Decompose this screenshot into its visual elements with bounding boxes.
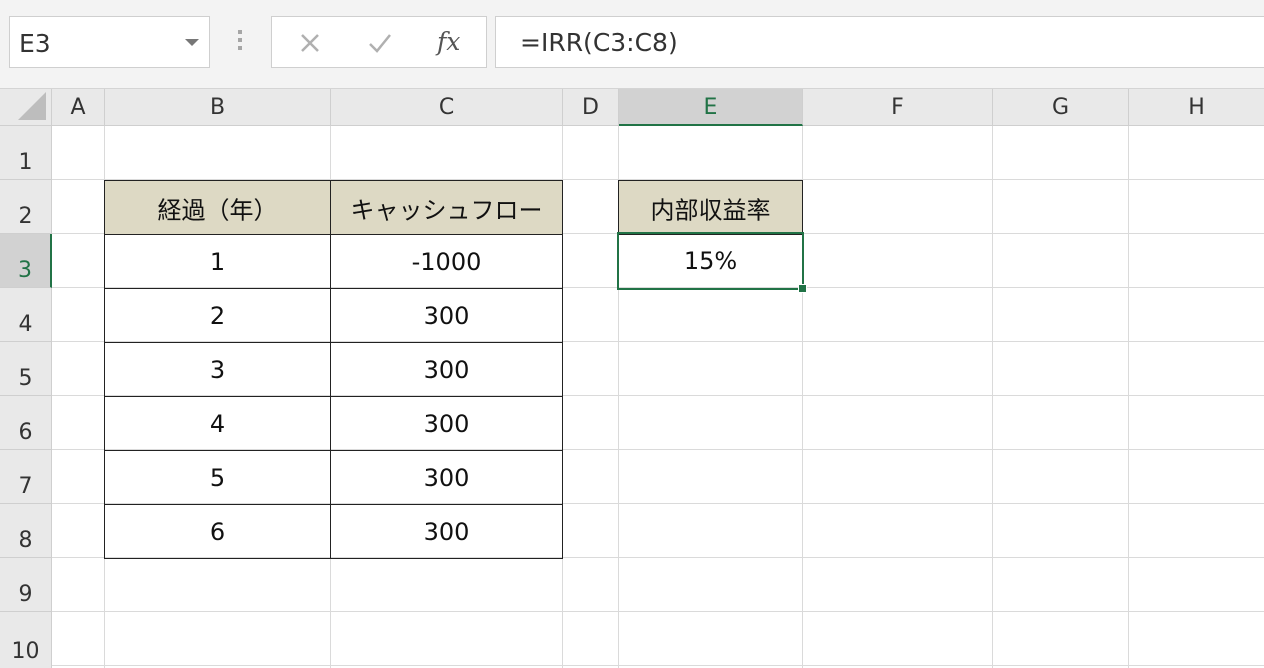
cell-c8[interactable]: 300 [330,504,563,559]
formula-text: =IRR(C3:C8) [520,28,678,57]
row-header-8[interactable]: 8 [0,504,52,558]
year-value: 5 [209,463,226,492]
cashflow-value: 300 [423,463,470,492]
cell-b7[interactable]: 5 [104,450,331,505]
gridline [52,665,1264,666]
formula-input[interactable]: =IRR(C3:C8) [495,16,1264,68]
column-header-h[interactable]: H [1129,89,1264,126]
row-header-5[interactable]: 5 [0,342,52,396]
cell-b3[interactable]: 1 [104,234,331,289]
cashflow-value: 300 [423,517,470,546]
cell-b6[interactable]: 4 [104,396,331,451]
year-value: 6 [209,517,226,546]
insert-function-button[interactable]: fx [437,27,460,56]
cell-b2[interactable]: 経過（年） [104,180,331,235]
active-cell-selection [617,232,807,293]
year-value: 4 [209,409,226,438]
year-value: 1 [209,247,226,276]
cell-c3[interactable]: -1000 [330,234,563,289]
row-header-10[interactable]: 10 [0,612,52,668]
header-cashflow: キャッシュフロー [350,196,543,224]
drag-handle-icon[interactable] [237,30,243,54]
gridline [52,611,1264,612]
close-icon[interactable] [294,27,326,59]
select-all-button[interactable] [0,89,52,126]
fill-handle[interactable] [798,284,807,293]
cell-c5[interactable]: 300 [330,342,563,397]
header-elapsed-years: 経過（年） [157,196,278,224]
row-header-6[interactable]: 6 [0,396,52,450]
cell-b4[interactable]: 2 [104,288,331,343]
gridline [1128,126,1129,668]
name-box[interactable]: E3 [9,16,210,68]
column-header-g[interactable]: G [993,89,1129,126]
cell-c6[interactable]: 300 [330,396,563,451]
column-header-a[interactable]: A [52,89,105,126]
cell-b5[interactable]: 3 [104,342,331,397]
column-header-d[interactable]: D [563,89,619,126]
formula-buttons: fx [271,16,487,68]
cashflow-value: 300 [423,301,470,330]
cell-e2[interactable]: 内部収益率 [618,180,803,235]
row-header-1[interactable]: 1 [0,126,52,180]
formula-toolbar: E3 fx =IRR(C3:C8) [0,0,1264,89]
row-header-4[interactable]: 4 [0,288,52,342]
name-box-value: E3 [19,29,51,58]
column-header-b[interactable]: B [105,89,331,126]
cell-b8[interactable]: 6 [104,504,331,559]
cashflow-value: 300 [423,355,470,384]
cell-c4[interactable]: 300 [330,288,563,343]
column-header-e[interactable]: E [619,89,803,126]
year-value: 3 [209,355,226,384]
row-header-7[interactable]: 7 [0,450,52,504]
check-icon[interactable] [364,27,396,59]
chevron-down-icon[interactable] [185,39,199,46]
cashflow-value: -1000 [411,247,482,276]
cell-c7[interactable]: 300 [330,450,563,505]
row-header-9[interactable]: 9 [0,558,52,612]
column-header-f[interactable]: F [803,89,993,126]
gridline [992,126,993,668]
row-header-2[interactable]: 2 [0,180,52,234]
year-value: 2 [209,301,226,330]
cashflow-value: 300 [423,409,470,438]
column-header-c[interactable]: C [331,89,563,126]
cell-c2[interactable]: キャッシュフロー [330,180,563,235]
row-header-3[interactable]: 3 [0,234,52,288]
irr-label: 内部収益率 [650,196,771,224]
